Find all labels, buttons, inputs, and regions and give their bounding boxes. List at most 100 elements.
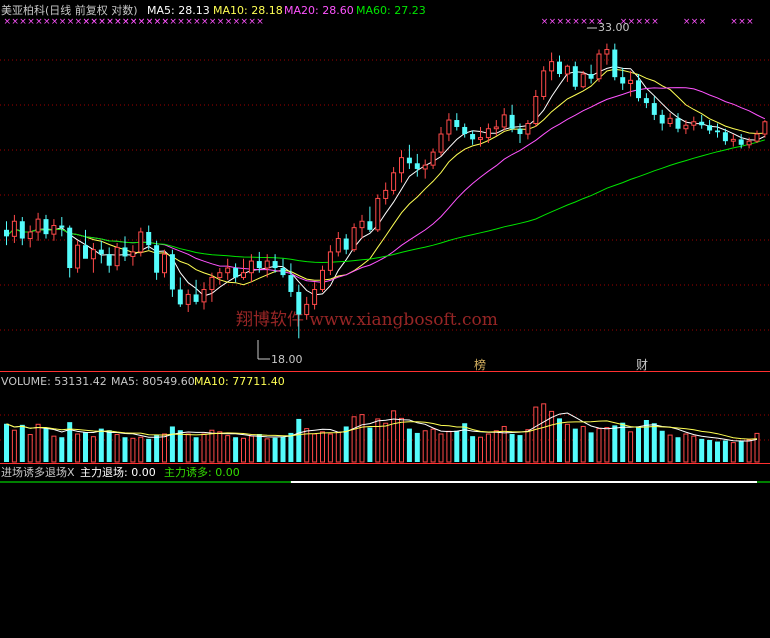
candle-body: [154, 245, 160, 273]
volume-bar: [699, 438, 705, 462]
signal-cross: ×: [738, 17, 746, 27]
volume-bar: [414, 432, 420, 462]
signal-cross: ×: [541, 17, 549, 27]
candle-body: [375, 197, 381, 231]
signal-cross: ×: [185, 17, 193, 27]
signal-cross: ×: [35, 17, 43, 27]
candle-body: [596, 53, 602, 80]
volume-bar: [675, 437, 681, 462]
volume-bar: [169, 426, 175, 462]
signal-cross: ×: [83, 17, 91, 27]
candle-body: [430, 151, 436, 166]
volume-bar: [493, 430, 499, 463]
candle-body: [533, 95, 539, 124]
volume-bar: [707, 439, 713, 462]
volume-bar: [162, 433, 167, 463]
volume-bar: [406, 428, 412, 462]
candle-body: [493, 126, 499, 130]
volume-bar: [375, 418, 381, 463]
signal-cross: ×: [636, 17, 644, 27]
signal-cross: ×: [201, 17, 209, 27]
volume-bar: [130, 437, 136, 463]
signal-cross: ×: [557, 17, 565, 27]
candle-body: [438, 133, 444, 153]
volume-ma10-label: MA10: 77711.40: [194, 375, 285, 388]
volume-bar: [225, 435, 231, 463]
signal-cross: ×: [248, 17, 256, 27]
volume-bar: [83, 432, 88, 462]
volume-bar: [636, 426, 641, 462]
volume-bar: [106, 430, 112, 462]
signal-cross: ×: [651, 17, 659, 27]
candle-body: [754, 133, 760, 142]
volume-bar: [4, 423, 9, 462]
candle-body: [177, 289, 183, 305]
candle-body: [138, 231, 144, 253]
candle-body: [651, 103, 657, 115]
signal-cross: ×: [241, 17, 249, 27]
volume-bar: [557, 418, 562, 462]
candle-body: [699, 121, 705, 126]
stock-chart: 翔博软件 www.xiangbosoft.com × × × × × × × × × × × × × × ×…: [0, 0, 770, 638]
volume-bar: [43, 427, 49, 462]
candle-body: [256, 261, 262, 269]
candle-body: [67, 227, 73, 269]
bang-marker[interactable]: 榜: [474, 357, 486, 372]
candle-body: [628, 79, 634, 85]
candle-body: [209, 276, 215, 291]
volume-bar: [730, 442, 736, 463]
candle-body: [620, 77, 626, 84]
signal-cross: ×: [699, 17, 707, 27]
candle-body: [715, 130, 720, 133]
candle-body: [225, 267, 231, 274]
signal-cross: ×: [19, 17, 27, 27]
volume-bar: [59, 437, 65, 462]
volume-bar: [138, 436, 144, 463]
candle-body: [351, 227, 357, 251]
volume-bar: [248, 435, 254, 463]
volume-bar: [383, 422, 389, 463]
volume-bar: [146, 438, 152, 462]
signal-cross: ×: [177, 17, 185, 27]
signal-cross: ×: [169, 17, 177, 27]
candle-body: [470, 134, 476, 140]
volume-bar: [320, 431, 325, 463]
ma10-legend: MA10: 28.18: [213, 4, 283, 17]
candle-body: [509, 114, 515, 129]
volume-bar: [177, 430, 183, 462]
candle-body: [185, 293, 191, 305]
volume-bar: [509, 434, 515, 462]
candle-body: [280, 268, 286, 276]
candle-body: [359, 220, 365, 229]
candle-body: [130, 251, 136, 257]
candle-body: [762, 121, 768, 135]
volume-bar: [691, 435, 697, 463]
volume-bar: [19, 424, 25, 462]
volume-bar: [549, 410, 555, 463]
candle-body: [296, 291, 302, 315]
volume-value-label: VOLUME: 53131.42: [1, 375, 107, 388]
candle-body: [75, 244, 81, 269]
candle-body: [4, 229, 9, 237]
signal-cross: ×: [130, 17, 138, 27]
candle-body: [201, 289, 207, 303]
ma5-legend: MA5: 28.13: [147, 4, 210, 17]
candle-body: [90, 249, 96, 260]
volume-bar: [256, 434, 262, 462]
signal-cross: ×: [683, 17, 691, 27]
candle-body: [59, 225, 65, 228]
volume-bar: [51, 435, 57, 463]
watermark-layer: 翔博软件 www.xiangbosoft.com: [236, 310, 498, 330]
volume-bar: [241, 437, 246, 463]
candle-body: [162, 253, 167, 274]
signal-cross: ×: [588, 17, 596, 27]
volume-bar: [604, 427, 610, 463]
signal-cross: ×: [59, 17, 67, 27]
signal-cross: ×: [193, 17, 201, 27]
candle-body: [572, 66, 578, 87]
volume-bar: [628, 431, 634, 463]
candle-body: [217, 272, 223, 278]
candle-body: [35, 218, 41, 233]
candle-body: [683, 124, 689, 130]
cai-marker[interactable]: 财: [636, 358, 648, 372]
